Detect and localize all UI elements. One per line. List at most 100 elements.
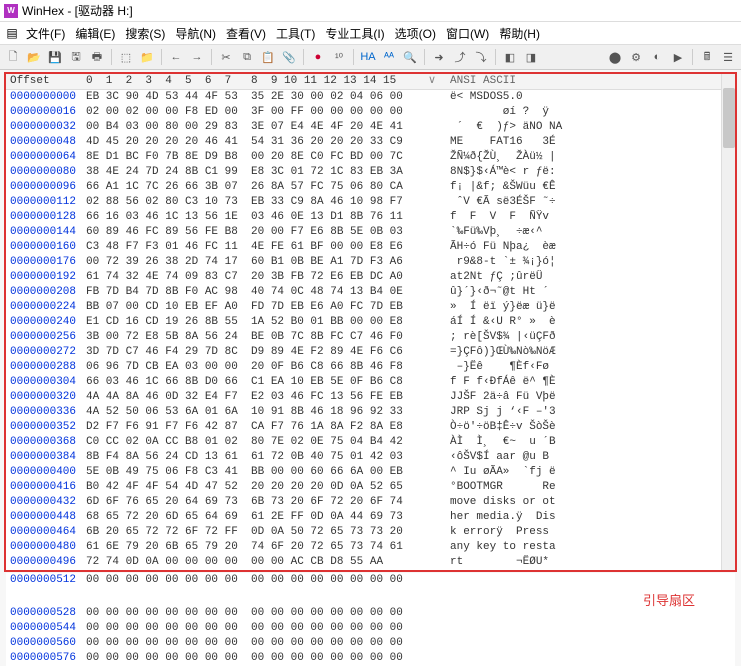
find-hex-icon[interactable]: HA [359,48,377,66]
hex-cell[interactable]: 6D 6F 76 65 20 64 69 73 6B 73 20 6F 72 2… [82,495,418,510]
offset-cell[interactable]: 0000000576 [6,651,82,666]
ascii-cell[interactable]: øí ? ÿ [446,105,735,120]
menu-search[interactable]: 搜索(S) [121,25,169,42]
hex-row[interactable]: 000000044868 65 72 20 6D 65 64 69 61 2E … [6,510,735,525]
offset-cell[interactable]: 0000000016 [6,105,82,120]
offset-cell[interactable]: 0000000304 [6,375,82,390]
hex-row[interactable]: 000000052800 00 00 00 00 00 00 00 00 00 … [6,606,735,621]
menu-view[interactable]: 查看(V) [222,25,270,42]
offset-cell[interactable]: 0000000272 [6,345,82,360]
offset-cell[interactable]: 0000000480 [6,540,82,555]
hex-cell[interactable]: 00 00 00 00 00 00 00 00 00 00 00 00 00 0… [82,621,418,636]
offset-cell[interactable]: 0000000160 [6,240,82,255]
paste-icon[interactable]: 📋 [259,48,277,66]
offset-cell[interactable]: 0000000400 [6,465,82,480]
hex-row[interactable]: 000000003200 B4 03 00 80 00 29 83 3E 07 … [6,120,735,135]
save-icon[interactable]: 💾 [46,48,64,66]
ascii-cell[interactable]: f F f‹ÐfÁê ë^ ¶È [446,375,735,390]
hex-icon[interactable]: ¹⁰ [330,48,348,66]
hex-row[interactable]: 00000002563B 00 72 E8 5B 8A 56 24 BE 0B … [6,330,735,345]
header-gap[interactable]: ∨ [418,74,446,89]
ascii-cell[interactable]: `‰Fü‰Vþ¸ ÷æ‹^ [446,225,735,240]
offset-cell[interactable]: 0000000048 [6,135,82,150]
offset-cell[interactable]: 0000000368 [6,435,82,450]
hex-row[interactable]: 000000054400 00 00 00 00 00 00 00 00 00 … [6,621,735,636]
offset-cell[interactable]: 0000000208 [6,285,82,300]
hex-cell[interactable]: C3 48 F7 F3 01 46 FC 11 4E FE 61 BF 00 0… [82,240,418,255]
hex-cell[interactable]: 72 74 0D 0A 00 00 00 00 00 00 AC CB D8 5… [82,555,418,570]
ascii-cell[interactable]: her media.ÿ Dis [446,510,735,525]
hex-cell[interactable]: B0 42 4F 4F 54 4D 47 52 20 20 20 20 0D 0… [82,480,418,495]
offset-cell[interactable]: 0000000336 [6,405,82,420]
hex-row[interactable]: 000000049672 74 0D 0A 00 00 00 00 00 00 … [6,555,735,570]
ascii-cell[interactable]: at2Nt ƒÇ ;ûrëÜ [446,270,735,285]
hex-row[interactable]: 00000002723D 7D C7 46 F4 29 7D 8C D9 89 … [6,345,735,360]
calc-icon[interactable]: 🖩 [698,48,716,66]
hex-row[interactable]: 000000011202 88 56 02 80 C3 10 73 EB 33 … [6,195,735,210]
offset-cell[interactable]: 0000000112 [6,195,82,210]
offset-cell[interactable]: 0000000528 [6,606,82,621]
marker2-icon[interactable]: ◨ [522,48,540,66]
ascii-cell[interactable]: k errorÿ Press [446,525,735,540]
new-icon[interactable]: 🗋 [4,48,22,66]
offset-cell[interactable]: 0000000448 [6,510,82,525]
hex-row[interactable]: 000000014460 89 46 FC 89 56 FE B8 20 00 … [6,225,735,240]
hex-row[interactable]: 0000000208FB 7D B4 7D 8B F0 AC 98 40 74 … [6,285,735,300]
goto-icon[interactable]: ➜ [430,48,448,66]
hex-row[interactable]: 000000030466 03 46 1C 66 8B D0 66 C1 EA … [6,375,735,390]
hex-cell[interactable]: 38 4E 24 7D 24 8B C1 99 E8 3C 01 72 1C 8… [82,165,418,180]
down-icon[interactable]: ⤵ [472,48,490,66]
hex-row[interactable]: 000000057600 00 00 00 00 00 00 00 00 00 … [6,651,735,666]
ascii-cell[interactable]: ; rè[ŠV$¾ |‹üÇFð [446,330,735,345]
ascii-cell[interactable]: Ò÷ö'÷öB‡Ê÷v ŠòŠè [446,420,735,435]
hex-cell[interactable]: 6B 20 65 72 72 6F 72 FF 0D 0A 50 72 65 7… [82,525,418,540]
menu-window[interactable]: 窗口(W) [442,25,493,42]
hex-row[interactable]: 000000009666 A1 1C 7C 26 66 3B 07 26 8A … [6,180,735,195]
hex-row[interactable]: 0000000352D2 F7 F6 91 F7 F6 42 87 CA F7 … [6,420,735,435]
ascii-cell[interactable]: ÀÌ Ì¸ €~ u ´B [446,435,735,450]
menu-spec[interactable]: 专业工具(I) [321,25,388,42]
ascii-cell[interactable]: ë< MSDOS5.0 [446,90,735,105]
offset-cell[interactable]: 0000000384 [6,450,82,465]
hex-cell[interactable]: 02 00 02 00 00 F8 ED 00 3F 00 FF 00 00 0… [82,105,418,120]
hex-cell[interactable]: 3D 7D C7 46 F4 29 7D 8C D9 89 4E F2 89 4… [82,345,418,360]
hex-row[interactable]: 000000012866 16 03 46 1C 13 56 1E 03 46 … [6,210,735,225]
hex-row[interactable]: 000000048061 6E 79 20 6B 65 79 20 74 6F … [6,540,735,555]
hex-cell[interactable]: 06 96 7D CB EA 03 00 00 20 0F B6 C8 66 8… [82,360,418,375]
ascii-cell[interactable]: ˆV €Ã së3ÉŠF ˜÷ [446,195,735,210]
hex-cell[interactable]: 00 72 39 26 38 2D 74 17 60 B1 0B BE A1 7… [82,255,418,270]
offset-cell[interactable]: 0000000032 [6,120,82,135]
folder-icon[interactable]: 📁 [138,48,156,66]
control-icon[interactable]: ▤ [4,25,20,41]
offset-cell[interactable]: 0000000080 [6,165,82,180]
hex-cell[interactable]: E1 CD 16 CD 19 26 8B 55 1A 52 B0 01 BB 0… [82,315,418,330]
hex-cell[interactable]: 8E D1 BC F0 7B 8E D9 B8 00 20 8E C0 FC B… [82,150,418,165]
hex-cell[interactable]: 4D 45 20 20 20 20 46 41 54 31 36 20 20 2… [82,135,418,150]
ascii-cell[interactable]: áÍ Í &‹U R° » è [446,315,735,330]
ascii-cell[interactable] [446,573,735,588]
offset-cell[interactable]: 0000000352 [6,420,82,435]
marker-icon[interactable]: ◧ [501,48,519,66]
ascii-cell[interactable]: –}Ëê ¶Èf‹Fø [446,360,735,375]
up-icon[interactable]: ⤴ [451,48,469,66]
hex-row[interactable]: 0000000000EB 3C 90 4D 53 44 4F 53 35 2E … [6,90,735,105]
hex-row[interactable]: 000000028806 96 7D CB EA 03 00 00 20 0F … [6,360,735,375]
ascii-cell[interactable]: °BOOTMGR Re [446,480,735,495]
hex-row[interactable]: 00000004326D 6F 76 65 20 64 69 73 6B 73 … [6,495,735,510]
tool3-icon[interactable]: ◐ [648,48,666,66]
hex-row[interactable]: 0000000416B0 42 4F 4F 54 4D 47 52 20 20 … [6,480,735,495]
find-text-icon[interactable]: ᴬᴬ [380,48,398,66]
ascii-cell[interactable]: f F V F ÑŸv [446,210,735,225]
ascii-cell[interactable]: ´ € )ƒ> äNO NA [446,120,735,135]
print-icon[interactable]: 🖶 [88,48,106,66]
ascii-cell[interactable] [446,621,735,636]
ascii-cell[interactable]: =}ÇFô)}ŒÙ‰Nò‰NöÆ [446,345,735,360]
offset-cell[interactable]: 0000000240 [6,315,82,330]
offset-cell[interactable]: 0000000176 [6,255,82,270]
hex-row[interactable]: 00000000648E D1 BC F0 7B 8E D9 B8 00 20 … [6,150,735,165]
ascii-cell[interactable]: JRP Sj j ‘‹F –'3 [446,405,735,420]
fwd-icon[interactable]: → [188,48,206,66]
hex-below[interactable]: 000000051200 00 00 00 00 00 00 00 00 00 … [6,573,735,666]
menu-edit[interactable]: 编辑(E) [71,25,119,42]
ascii-cell[interactable]: ME FAT16 3É [446,135,735,150]
